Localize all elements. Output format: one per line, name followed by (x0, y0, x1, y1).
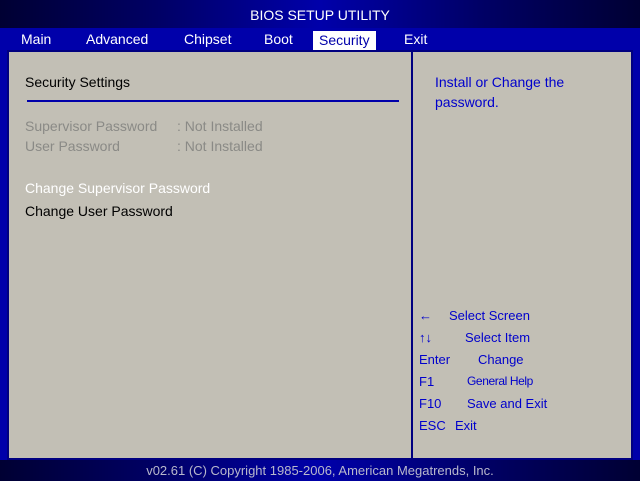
main-frame: Security Settings Supervisor Password : … (7, 50, 633, 460)
help-text-line2: password. (435, 94, 499, 110)
key-desc-change: Change (478, 352, 524, 367)
tab-security[interactable]: Security (313, 31, 376, 50)
copyright-text: v02.61 (C) Copyright 1985-2006, American… (146, 463, 494, 478)
heading-underline (27, 100, 399, 102)
key-desc-general-help: General Help (467, 374, 533, 388)
copyright-footer: v02.61 (C) Copyright 1985-2006, American… (0, 460, 640, 481)
change-supervisor-password-option[interactable]: Change Supervisor Password (25, 180, 210, 196)
key-legend-exit: ESC Exit (419, 418, 609, 436)
left-arrow-icon: ← (419, 308, 432, 323)
tab-chipset[interactable]: Chipset (184, 28, 231, 50)
user-password-label: User Password (25, 138, 120, 154)
user-password-status: : Not Installed (177, 138, 263, 154)
supervisor-password-status: : Not Installed (177, 118, 263, 134)
help-text-line1: Install or Change the (435, 74, 565, 90)
tab-exit[interactable]: Exit (404, 28, 427, 50)
key-f10: F10 (419, 396, 442, 411)
panel-divider (411, 52, 413, 458)
menu-bar: Main Advanced Chipset Boot Security Exit (0, 28, 640, 50)
tab-main[interactable]: Main (21, 28, 51, 50)
key-legend-select-screen: ← Select Screen (419, 308, 609, 326)
up-down-arrow-icon: ↑↓ (419, 330, 432, 345)
tab-boot[interactable]: Boot (264, 28, 293, 50)
key-legend-general-help: F1 General Help (419, 374, 609, 392)
app-title: BIOS SETUP UTILITY (250, 7, 390, 23)
tab-advanced[interactable]: Advanced (86, 28, 148, 50)
key-legend-change: Enter Change (419, 352, 609, 370)
change-user-password-option[interactable]: Change User Password (25, 203, 173, 219)
key-legend-select-item: ↑↓ Select Item (419, 330, 609, 348)
supervisor-password-label: Supervisor Password (25, 118, 158, 134)
section-heading: Security Settings (25, 74, 131, 90)
title-bar: BIOS SETUP UTILITY (0, 0, 640, 28)
key-desc-select-screen: Select Screen (449, 308, 530, 323)
key-desc-exit: Exit (455, 418, 477, 433)
key-enter: Enter (419, 352, 451, 367)
key-desc-select-item: Select Item (465, 330, 531, 345)
key-desc-save-exit: Save and Exit (467, 396, 548, 411)
key-f1: F1 (419, 374, 435, 389)
key-esc: ESC (419, 418, 446, 433)
key-legend-save-exit: F10 Save and Exit (419, 396, 609, 414)
